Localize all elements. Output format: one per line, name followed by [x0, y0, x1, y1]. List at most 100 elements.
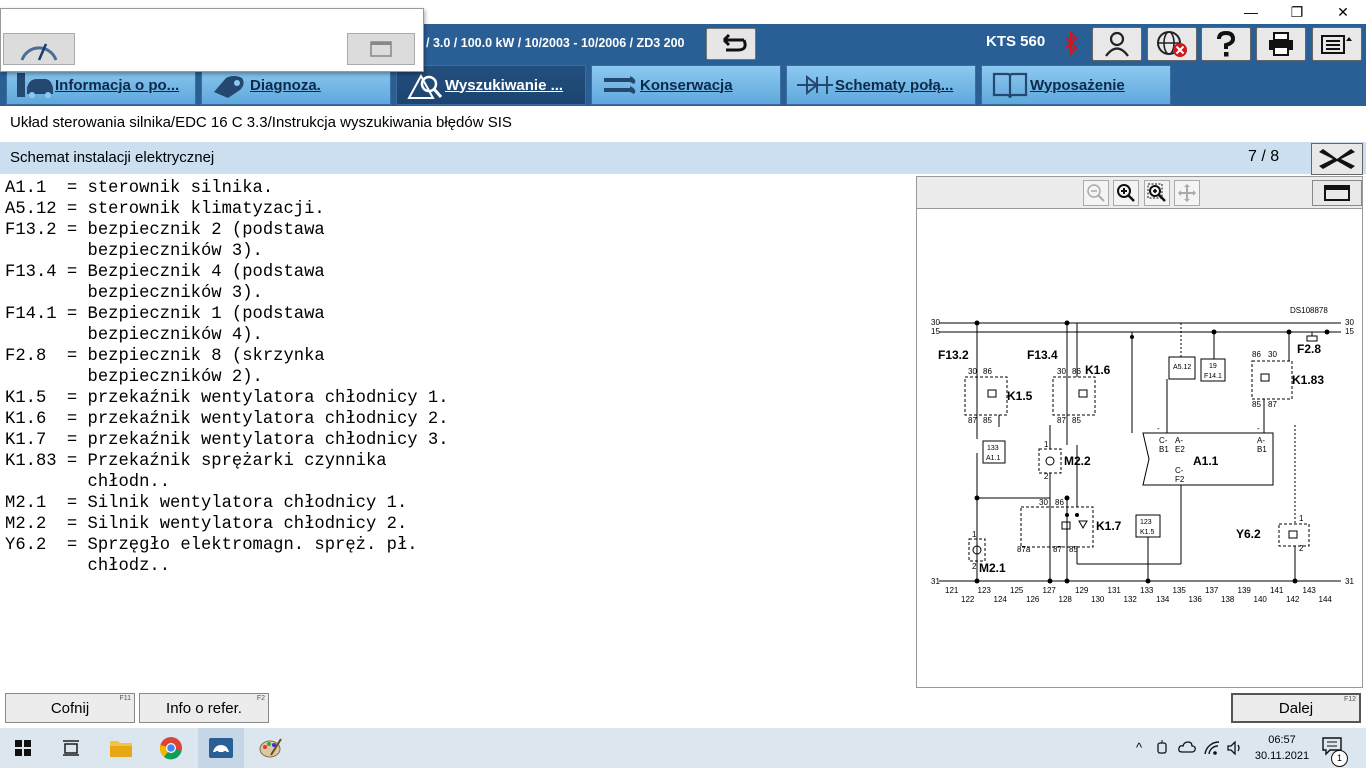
back-fkey: F11: [119, 695, 131, 702]
close-window-button[interactable]: ✕: [1320, 0, 1366, 24]
terminal-number: 144: [1319, 595, 1333, 604]
pan-button[interactable]: [1174, 180, 1200, 206]
svg-text:A-: A-: [1175, 436, 1183, 445]
terminal-number: 133: [1140, 586, 1154, 595]
wiring-schematic: 30 15 31 30 15 31 DS108878 30 86 87 85 3…: [931, 306, 1354, 604]
terminal-number: 129: [1075, 586, 1089, 595]
volume-icon[interactable]: [1227, 740, 1245, 758]
svg-text:1: 1: [1044, 440, 1049, 449]
svg-text:85: 85: [1252, 400, 1261, 409]
svg-text:87: 87: [1268, 400, 1277, 409]
svg-text:30: 30: [1057, 367, 1066, 376]
tab-maintenance[interactable]: Konserwacja: [591, 65, 781, 105]
diagram-toolbar: [917, 177, 1362, 209]
svg-text:87: 87: [1053, 545, 1062, 554]
zoom-area-icon: [1147, 183, 1166, 202]
reference-info-button[interactable]: Info o refer. F2: [139, 693, 269, 723]
diagram-id: DS108878: [1290, 306, 1328, 315]
tab-circuit-diagrams[interactable]: Schematy połą...: [786, 65, 976, 105]
gauge-button[interactable]: [3, 33, 75, 65]
esitronic-app-button[interactable]: [198, 728, 244, 768]
svg-text:B1: B1: [1159, 445, 1169, 454]
zoom-area-button[interactable]: [1144, 180, 1170, 206]
maintenance-wrench-icon: [600, 70, 640, 100]
terminal-number: 127: [1043, 586, 1057, 595]
wifi-icon[interactable]: [1203, 740, 1221, 759]
label-F2-8: F2.8: [1297, 342, 1321, 356]
window-icon: [370, 41, 392, 57]
label-F13-2: F13.2: [938, 348, 969, 362]
info-fkey: F2: [256, 695, 265, 702]
chrome-button[interactable]: [148, 728, 194, 768]
svg-text:F14.1: F14.1: [1204, 373, 1222, 380]
svg-text:A1.1: A1.1: [986, 455, 1001, 462]
terminal-number: 139: [1238, 586, 1252, 595]
label-K1-6: K1.6: [1085, 363, 1111, 377]
label-M2-2: M2.2: [1064, 454, 1091, 468]
tab-diagnosis-label: Diagnoza.: [250, 76, 321, 94]
svg-text:87: 87: [1057, 416, 1066, 425]
svg-text:-: -: [1157, 424, 1160, 433]
window-controls: — ❐ ✕: [1228, 0, 1366, 24]
task-view-button[interactable]: [48, 728, 94, 768]
zoom-out-button[interactable]: [1083, 180, 1109, 206]
terminal-number: 136: [1189, 595, 1203, 604]
next-button-label: Dalej: [1278, 699, 1314, 717]
terminal-numbers: 1211221231241251261271281291301311321331…: [945, 586, 1332, 604]
zoom-in-button[interactable]: [1113, 180, 1139, 206]
terminal-number: 128: [1059, 595, 1073, 604]
rail-30-left: 30: [931, 318, 940, 327]
tab-fault-search[interactable]: Wyszukiwanie ...: [396, 65, 586, 105]
close-icon: [1319, 149, 1355, 169]
tab-fault-search-label: Wyszukiwanie ...: [445, 76, 564, 94]
paint-button[interactable]: [248, 728, 294, 768]
svg-text:86: 86: [1055, 498, 1064, 507]
close-button[interactable]: [1311, 143, 1363, 175]
clock[interactable]: 06:57 30.11.2021: [1252, 732, 1312, 764]
terminal-number: 135: [1173, 586, 1187, 595]
tray-chevron[interactable]: ^: [1130, 740, 1148, 756]
tray-usb-icon[interactable]: [1154, 740, 1170, 759]
move-arrows-icon: [1178, 184, 1196, 202]
terminal-number: 138: [1221, 595, 1235, 604]
minimize-button[interactable]: —: [1228, 0, 1274, 24]
clock-date: 30.11.2021: [1254, 750, 1310, 762]
section-title: Schemat instalacji elektrycznej: [10, 149, 215, 166]
breadcrumb: Układ sterowania silnika/EDC 16 C 3.3/In…: [10, 114, 512, 131]
onedrive-icon[interactable]: [1178, 740, 1196, 757]
svg-text:123: 123: [1140, 519, 1152, 526]
svg-text:86: 86: [983, 367, 992, 376]
printer-icon: [1269, 32, 1293, 56]
back-button-label: Cofnij: [50, 699, 90, 717]
svg-text:-: -: [1257, 424, 1260, 433]
svg-text:E2: E2: [1175, 445, 1185, 454]
menu-button[interactable]: [1312, 27, 1362, 61]
user-button[interactable]: [1092, 27, 1142, 61]
terminal-number: 134: [1156, 595, 1170, 604]
tab-equipment[interactable]: Wyposażenie: [981, 65, 1171, 105]
terminal-number: 142: [1286, 595, 1300, 604]
terminal-number: 130: [1091, 595, 1105, 604]
restore-button[interactable]: ❐: [1274, 0, 1320, 24]
history-back-button[interactable]: [706, 28, 756, 60]
print-button[interactable]: [1256, 27, 1306, 61]
svg-text:86: 86: [1072, 367, 1081, 376]
svg-text:F2: F2: [1175, 475, 1185, 484]
page-counter: 7 / 8: [1248, 148, 1280, 165]
next-button[interactable]: Dalej F12: [1231, 693, 1361, 723]
file-explorer-button[interactable]: [98, 728, 144, 768]
next-fkey: F12: [1343, 696, 1356, 703]
popup-maximize-button[interactable]: [347, 33, 415, 65]
back-button[interactable]: Cofnij F11: [5, 693, 135, 723]
svg-text:K1.5: K1.5: [1140, 529, 1155, 536]
svg-text:2: 2: [1044, 472, 1049, 481]
svg-text:1: 1: [1299, 514, 1304, 523]
online-button[interactable]: [1147, 27, 1197, 61]
chrome-icon: [159, 737, 182, 760]
terminal-number: 143: [1303, 586, 1317, 595]
component-legend: A1.1 = sterownik silnika. A5.12 = sterow…: [5, 179, 449, 576]
rail-31-left: 31: [931, 577, 940, 586]
diagram-maximize-button[interactable]: [1312, 180, 1362, 206]
start-button[interactable]: [0, 728, 46, 768]
help-button[interactable]: [1201, 27, 1251, 61]
